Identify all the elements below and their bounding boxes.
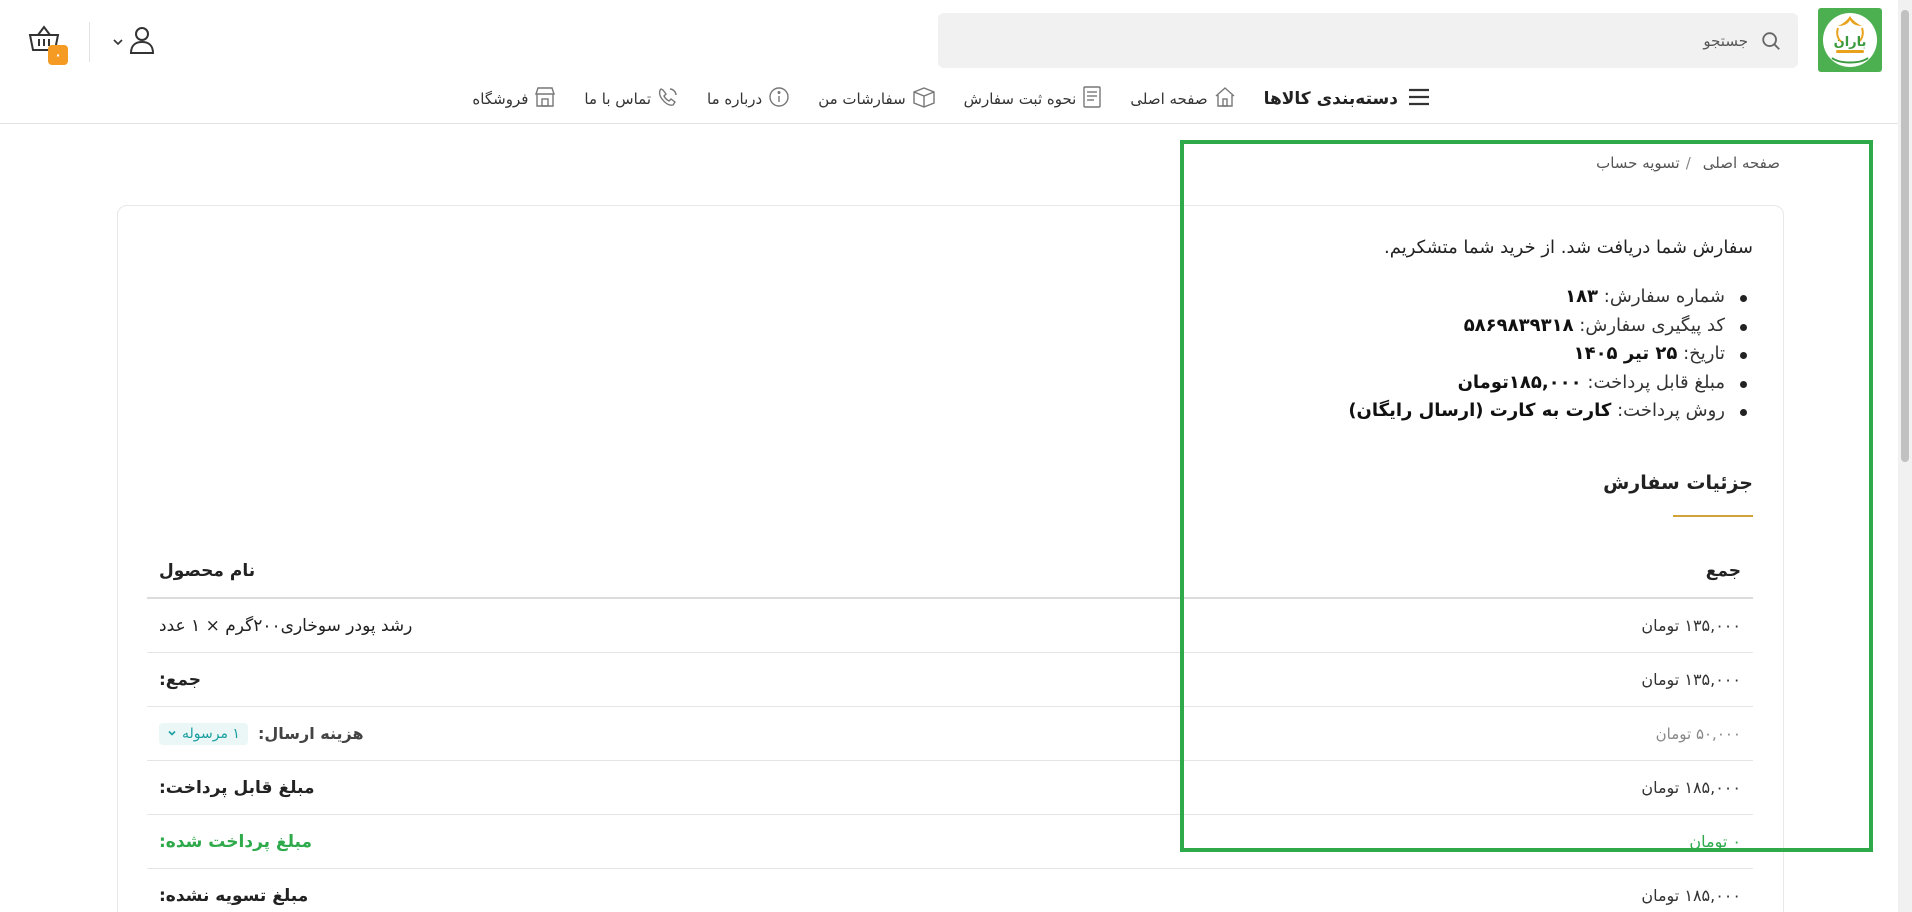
- table-row-subtotal: جمع: ۱۳۵,۰۰۰ تومان: [147, 653, 1753, 707]
- chevron-down-icon: [167, 726, 177, 742]
- nav-item-label: نحوه ثبت سفارش: [963, 90, 1077, 108]
- breadcrumb-home[interactable]: صفحه اصلی: [1703, 154, 1780, 172]
- account-menu[interactable]: [112, 22, 162, 62]
- order-info-number: شماره سفارش: ۱۸۳: [1153, 283, 1753, 312]
- order-info-payable: مبلغ قابل پرداخت: ۱۸۵,۰۰۰تومان: [1153, 369, 1753, 398]
- header-product: نام محصول: [159, 561, 256, 581]
- page-scrollbar[interactable]: [1898, 0, 1912, 912]
- nav-item-label: تماس با ما: [584, 90, 652, 108]
- order-details-table: نام محصول جمع رشد پودر سوخاری۲۰۰گرم × ۱ …: [147, 545, 1753, 912]
- order-details-title: جزئیات سفارش: [1603, 472, 1753, 494]
- shipping-parcels-toggle[interactable]: ۱ مرسوله: [159, 722, 248, 745]
- menu-icon: [1408, 88, 1430, 111]
- nav-item-store[interactable]: فروشگاه: [472, 86, 556, 112]
- order-info-date: تاریخ: ۲۵ تیر ۱۴۰۵: [1153, 340, 1753, 369]
- header-divider: [89, 22, 90, 62]
- table-header-row: نام محصول جمع: [147, 545, 1753, 599]
- store-icon: [534, 86, 556, 112]
- cart-count-badge: ۰: [48, 45, 68, 65]
- nav-item-label: فروشگاه: [472, 90, 529, 108]
- breadcrumb: صفحه اصلی / تسویه حساب: [1500, 154, 1780, 172]
- shipping-value: ۵۰,۰۰۰ تومان: [1655, 724, 1741, 743]
- site-logo[interactable]: باران: [1818, 8, 1882, 72]
- table-row-item: رشد پودر سوخاری۲۰۰گرم × ۱ عدد ۱۳۵,۰۰۰ تو…: [147, 599, 1753, 653]
- breadcrumb-separator: /: [1685, 154, 1691, 172]
- document-icon: [1082, 86, 1102, 112]
- nav-item-label: درباره ما: [707, 90, 763, 108]
- info-icon: [768, 86, 790, 112]
- nav-item-label: سفارشات من: [818, 90, 906, 108]
- header-total: جمع: [1705, 561, 1741, 581]
- nav-item-home[interactable]: صفحه اصلی: [1130, 86, 1235, 112]
- scrollbar-thumb[interactable]: [1901, 10, 1909, 462]
- nav-item-label: صفحه اصلی: [1130, 90, 1208, 108]
- site-header: باران ۰: [0, 0, 1898, 124]
- subtotal-value: ۱۳۵,۰۰۰ تومان: [1641, 670, 1741, 689]
- paid-label: مبلغ پرداخت شده:: [159, 831, 312, 852]
- order-info-tracking-code: کد پیگیری سفارش: ۵۸۶۹۸۳۹۳۱۸: [1153, 312, 1753, 341]
- paid-value: ۰ تومان: [1689, 832, 1741, 851]
- table-row-payable: مبلغ قابل پرداخت: ۱۸۵,۰۰۰ تومان: [147, 761, 1753, 815]
- order-thanks-message: سفارش شما دریافت شد. از خرید شما متشکریم…: [1384, 237, 1753, 258]
- shipping-label: هزینه ارسال:: [257, 724, 364, 743]
- nav-item-contact[interactable]: تماس با ما: [584, 86, 679, 112]
- nav-item-how-to-order[interactable]: نحوه ثبت سفارش: [964, 86, 1103, 112]
- item-name[interactable]: رشد پودر سوخاری۲۰۰گرم × ۱ عدد: [159, 616, 412, 636]
- table-row-paid: مبلغ پرداخت شده: ۰ تومان: [147, 815, 1753, 869]
- chevron-down-icon: [112, 33, 124, 52]
- subtotal-label: جمع:: [159, 669, 202, 690]
- home-icon: [1214, 86, 1236, 112]
- search-icon[interactable]: [1758, 28, 1784, 54]
- payable-label: مبلغ قابل پرداخت:: [159, 777, 315, 798]
- cart-button[interactable]: ۰: [28, 24, 72, 66]
- user-icon: [128, 25, 156, 59]
- unsettled-label: مبلغ تسویه نشده:: [159, 885, 309, 906]
- logo-text: باران: [1834, 35, 1867, 50]
- nav-item-my-orders[interactable]: سفارشات من: [818, 86, 935, 112]
- title-underline: [1673, 515, 1753, 517]
- order-info-payment-method: روش پرداخت: کارت به کارت (ارسال رایگان): [1153, 397, 1753, 426]
- nav-item-about[interactable]: درباره ما: [707, 86, 790, 112]
- item-total: ۱۳۵,۰۰۰ تومان: [1641, 616, 1741, 635]
- order-info-list: شماره سفارش: ۱۸۳ کد پیگیری سفارش: ۵۸۶۹۸۳…: [1153, 283, 1753, 426]
- shipping-pill-label: ۱ مرسوله: [182, 725, 240, 742]
- shipping-cell: هزینه ارسال: ۱ مرسوله: [159, 722, 364, 745]
- nav-item-categories[interactable]: دسته‌بندی کالاها: [1264, 88, 1430, 111]
- contact-icon: [657, 86, 679, 112]
- unsettled-value: ۱۸۵,۰۰۰ تومان: [1641, 886, 1741, 905]
- nav-item-label: دسته‌بندی کالاها: [1263, 89, 1398, 109]
- search-input[interactable]: [998, 20, 1758, 61]
- search-bar: [938, 13, 1798, 68]
- package-icon: [912, 86, 936, 112]
- breadcrumb-current: تسویه حساب: [1596, 154, 1680, 172]
- payable-value: ۱۸۵,۰۰۰ تومان: [1641, 778, 1741, 797]
- main-nav: دسته‌بندی کالاها صفحه اصلی نحوه ثبت سفار…: [470, 84, 1430, 114]
- table-row-shipping: هزینه ارسال: ۱ مرسوله ۵۰,۰۰۰ تومان: [147, 707, 1753, 761]
- table-row-unsettled: مبلغ تسویه نشده: ۱۸۵,۰۰۰ تومان: [147, 869, 1753, 912]
